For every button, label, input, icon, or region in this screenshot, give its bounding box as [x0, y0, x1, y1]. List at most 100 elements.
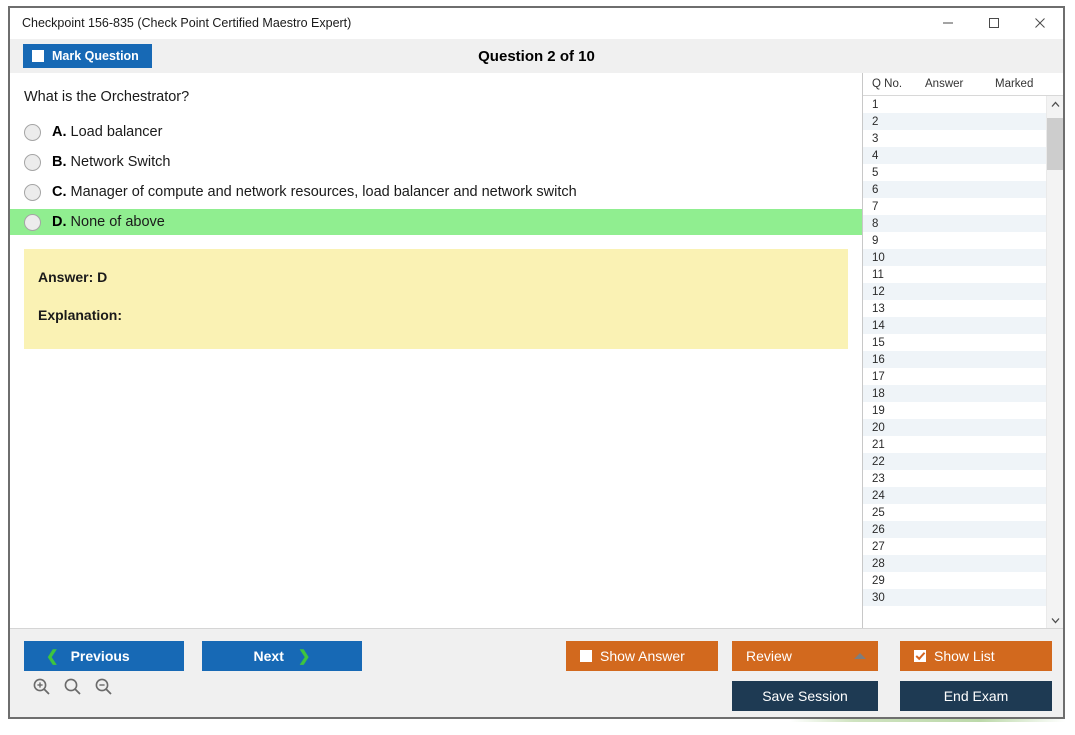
question-list-row[interactable]: 4 — [863, 147, 1046, 164]
show-list-button[interactable]: Show List — [900, 641, 1052, 671]
option-d[interactable]: D. None of above — [10, 209, 862, 235]
question-list-row[interactable]: 17 — [863, 368, 1046, 385]
answer-options: A. Load balancer B. Network Switch C. Ma… — [10, 119, 862, 235]
option-b[interactable]: B. Network Switch — [10, 149, 862, 175]
question-list-row[interactable]: 8 — [863, 215, 1046, 232]
radio-icon[interactable] — [24, 123, 41, 141]
answer-panel: Answer: D Explanation: — [24, 249, 848, 349]
next-button[interactable]: Next ❯ — [202, 641, 362, 671]
question-list-row[interactable]: 10 — [863, 249, 1046, 266]
row-question-number: 25 — [872, 506, 885, 519]
question-list-row[interactable]: 6 — [863, 181, 1046, 198]
row-question-number: 14 — [872, 319, 885, 332]
question-list-scrollbar[interactable] — [1046, 96, 1063, 628]
show-answer-label: Show Answer — [600, 648, 685, 664]
row-question-number: 13 — [872, 302, 885, 315]
question-list-body: 1 2 3 4 5 6 7 8 9 10 11 12 13 14 15 16 17 18 19 20 21 22 23 24 2… — [863, 96, 1063, 628]
row-question-number: 19 — [872, 404, 885, 417]
scroll-up-button[interactable] — [1047, 96, 1063, 112]
row-question-number: 30 — [872, 591, 885, 604]
question-list-row[interactable]: 12 — [863, 283, 1046, 300]
answer-value: Answer: D — [38, 269, 108, 285]
question-list-row[interactable]: 30 — [863, 589, 1046, 606]
zoom-out-icon[interactable] — [94, 677, 113, 696]
maximize-button[interactable] — [971, 8, 1017, 38]
row-question-number: 3 — [872, 132, 879, 145]
row-question-number: 29 — [872, 574, 885, 587]
row-question-number: 1 — [872, 98, 879, 111]
question-list-row[interactable]: 9 — [863, 232, 1046, 249]
chevron-up-icon — [854, 653, 866, 659]
row-question-number: 2 — [872, 115, 879, 128]
question-list-row[interactable]: 16 — [863, 351, 1046, 368]
question-list-row[interactable]: 18 — [863, 385, 1046, 402]
question-list-row[interactable]: 29 — [863, 572, 1046, 589]
radio-icon[interactable] — [24, 153, 41, 171]
question-list-row[interactable]: 5 — [863, 164, 1046, 181]
row-question-number: 20 — [872, 421, 885, 434]
question-list-row[interactable]: 23 — [863, 470, 1046, 487]
row-question-number: 21 — [872, 438, 885, 451]
chevron-left-icon: ❮ — [46, 647, 59, 665]
scrollbar-track[interactable] — [1047, 112, 1063, 612]
option-d-body: None of above — [70, 214, 165, 230]
row-question-number: 12 — [872, 285, 885, 298]
zoom-in-icon[interactable] — [32, 677, 51, 696]
save-session-button[interactable]: Save Session — [732, 681, 878, 711]
row-question-number: 27 — [872, 540, 885, 553]
question-list-row[interactable]: 21 — [863, 436, 1046, 453]
minimize-button[interactable] — [925, 8, 971, 38]
show-list-checkbox-icon — [914, 650, 926, 662]
row-question-number: 16 — [872, 353, 885, 366]
option-a-text: A. Load balancer — [52, 124, 162, 140]
question-list-row[interactable]: 20 — [863, 419, 1046, 436]
question-rows: 1 2 3 4 5 6 7 8 9 10 11 12 13 14 15 16 17 18 19 20 21 22 23 24 2… — [863, 96, 1046, 628]
row-question-number: 28 — [872, 557, 885, 570]
question-list-row[interactable]: 7 — [863, 198, 1046, 215]
question-list-row[interactable]: 24 — [863, 487, 1046, 504]
scrollbar-thumb[interactable] — [1047, 118, 1063, 170]
row-question-number: 6 — [872, 183, 879, 196]
radio-icon[interactable] — [24, 183, 41, 201]
question-counter: Question 2 of 10 — [478, 47, 595, 65]
title-bar: Checkpoint 156-835 (Check Point Certifie… — [10, 8, 1063, 39]
option-d-text: D. None of above — [52, 214, 165, 230]
question-list-row[interactable]: 1 — [863, 96, 1046, 113]
review-dropdown[interactable]: Review — [732, 641, 878, 671]
column-header-qno: Q No. — [872, 78, 903, 90]
scroll-down-button[interactable] — [1047, 612, 1063, 628]
question-list-row[interactable]: 22 — [863, 453, 1046, 470]
show-answer-button[interactable]: Show Answer — [566, 641, 718, 671]
zoom-icon[interactable] — [63, 677, 82, 696]
footer-toolbar: ❮ Previous Next ❯ Show Answer Review Sho… — [10, 628, 1063, 717]
previous-button[interactable]: ❮ Previous — [24, 641, 184, 671]
row-question-number: 26 — [872, 523, 885, 536]
question-list-row[interactable]: 15 — [863, 334, 1046, 351]
option-c[interactable]: C. Manager of compute and network resour… — [10, 179, 862, 205]
row-question-number: 9 — [872, 234, 879, 247]
close-button[interactable] — [1017, 8, 1063, 38]
question-list-row[interactable]: 11 — [863, 266, 1046, 283]
question-list-row[interactable]: 13 — [863, 300, 1046, 317]
question-list-row[interactable]: 25 — [863, 504, 1046, 521]
mark-question-label: Mark Question — [52, 49, 139, 63]
question-list-row[interactable]: 19 — [863, 402, 1046, 419]
question-list-row[interactable]: 3 — [863, 130, 1046, 147]
mark-question-button[interactable]: Mark Question — [23, 44, 152, 68]
radio-icon[interactable] — [24, 213, 41, 231]
option-b-text: B. Network Switch — [52, 154, 170, 170]
question-list-row[interactable]: 2 — [863, 113, 1046, 130]
option-a-body: Load balancer — [70, 124, 163, 140]
row-question-number: 8 — [872, 217, 879, 230]
end-exam-button[interactable]: End Exam — [900, 681, 1052, 711]
option-a-letter: A. — [52, 124, 67, 140]
question-list-row[interactable]: 14 — [863, 317, 1046, 334]
question-list-row[interactable]: 28 — [863, 555, 1046, 572]
window-title: Checkpoint 156-835 (Check Point Certifie… — [22, 16, 352, 30]
option-d-letter: D. — [52, 214, 67, 230]
option-a[interactable]: A. Load balancer — [10, 119, 862, 145]
explanation-label: Explanation: — [38, 307, 123, 323]
question-list-row[interactable]: 27 — [863, 538, 1046, 555]
question-list-row[interactable]: 26 — [863, 521, 1046, 538]
question-list-header: Q No. Answer Marked — [863, 73, 1063, 96]
